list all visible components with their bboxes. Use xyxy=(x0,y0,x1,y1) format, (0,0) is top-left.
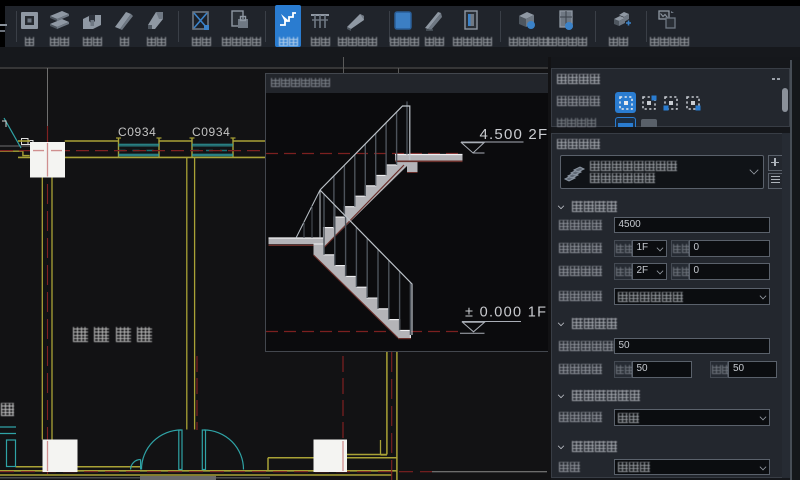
svg-text:4.500 2F: 4.500 2F xyxy=(480,126,549,143)
svg-text:C0934: C0934 xyxy=(118,125,156,139)
svg-text:C0934: C0934 xyxy=(192,125,230,139)
svg-text:± 0.000 1F: ± 0.000 1F xyxy=(465,305,547,321)
